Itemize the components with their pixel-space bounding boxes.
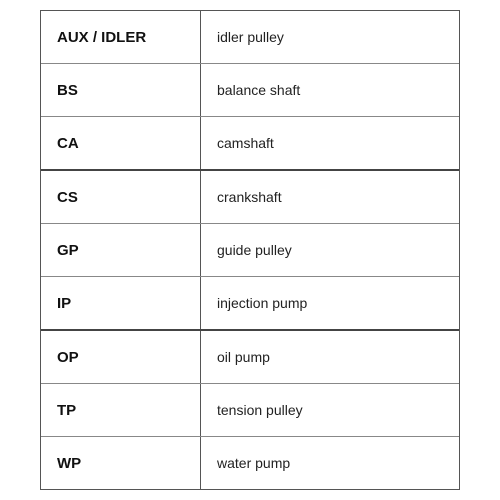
table-row: AUX / IDLERidler pulley — [41, 11, 459, 64]
table-row: IPinjection pump — [41, 277, 459, 331]
abbreviation-cell: OP — [41, 331, 201, 383]
description-cell: guide pulley — [201, 224, 459, 276]
abbreviation-cell: IP — [41, 277, 201, 329]
abbreviation-cell: CS — [41, 171, 201, 223]
table-row: CAcamshaft — [41, 117, 459, 171]
abbreviation-cell: BS — [41, 64, 201, 116]
abbreviation-cell: GP — [41, 224, 201, 276]
description-cell: balance shaft — [201, 64, 459, 116]
table-row: CScrankshaft — [41, 171, 459, 224]
description-cell: tension pulley — [201, 384, 459, 436]
description-cell: idler pulley — [201, 11, 459, 63]
description-cell: injection pump — [201, 277, 459, 329]
abbreviation-cell: AUX / IDLER — [41, 11, 201, 63]
description-cell: water pump — [201, 437, 459, 489]
table-row: OPoil pump — [41, 331, 459, 384]
table-row: BSbalance shaft — [41, 64, 459, 117]
description-cell: oil pump — [201, 331, 459, 383]
table-row: GPguide pulley — [41, 224, 459, 277]
abbreviation-table: AUX / IDLERidler pulleyBSbalance shaftCA… — [40, 10, 460, 490]
abbreviation-cell: WP — [41, 437, 201, 489]
abbreviation-cell: TP — [41, 384, 201, 436]
table-row: TPtension pulley — [41, 384, 459, 437]
table-row: WPwater pump — [41, 437, 459, 489]
description-cell: crankshaft — [201, 171, 459, 223]
abbreviation-cell: CA — [41, 117, 201, 169]
description-cell: camshaft — [201, 117, 459, 169]
